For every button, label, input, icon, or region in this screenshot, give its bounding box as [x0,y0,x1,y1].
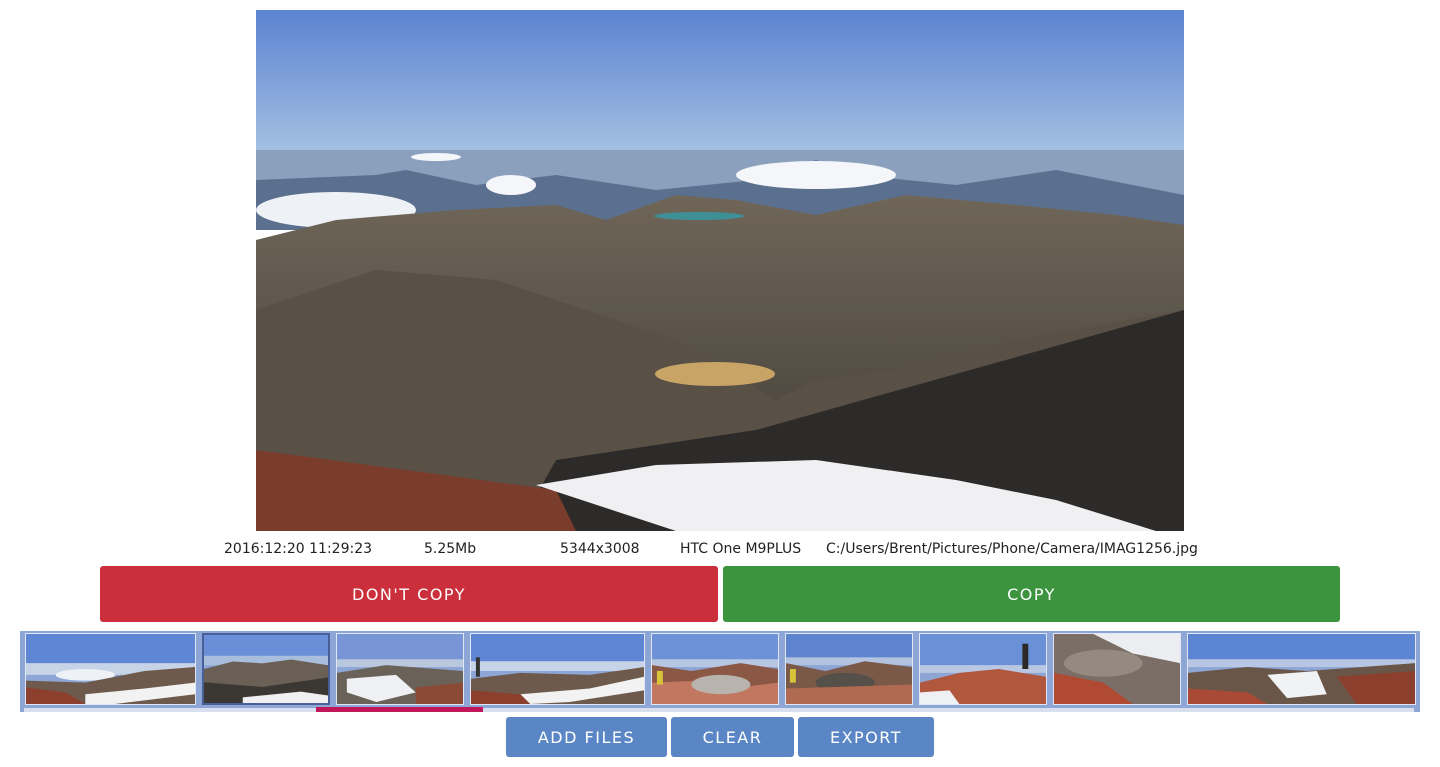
filmstrip-scrollbar[interactable] [24,708,1414,712]
thumbnail-2-image [204,635,328,703]
photo-dimensions: 5344x3008 [560,541,640,557]
photo-file-size: 5.25Mb [424,541,477,557]
thumbnail-6-image [786,634,912,704]
filmstrip-thumbnails [23,633,1417,707]
thumbnail-2[interactable] [202,633,330,705]
photo-path: C:/Users/Brent/Pictures/Phone/Camera/IMA… [826,541,1198,557]
filmstrip-scroll-indicator[interactable] [316,707,483,712]
add-files-button[interactable]: ADD FILES [506,717,667,757]
thumbnail-9[interactable] [1187,633,1416,705]
thumbnail-6[interactable] [785,633,913,705]
copy-button[interactable]: COPY [723,566,1340,622]
main-photo-image [256,10,1184,531]
photo-camera: HTC One M9PLUS [680,541,802,557]
thumbnail-8-image [1054,634,1180,704]
thumbnail-7[interactable] [919,633,1047,705]
thumbnail-4-image [471,634,644,704]
thumbnail-1[interactable] [25,633,196,705]
main-photo [256,10,1184,531]
thumbnail-8[interactable] [1053,633,1181,705]
thumbnail-7-image [920,634,1046,704]
thumbnail-5[interactable] [651,633,779,705]
thumbnail-3-image [337,634,463,704]
filmstrip [20,631,1420,712]
thumbnail-5-image [652,634,778,704]
export-button[interactable]: EXPORT [798,717,934,757]
thumbnail-3[interactable] [336,633,464,705]
clear-button[interactable]: CLEAR [671,717,794,757]
thumbnail-4[interactable] [470,633,645,705]
dont-copy-button[interactable]: DON'T COPY [100,566,718,622]
thumbnail-1-image [26,634,195,704]
thumbnail-9-image [1188,634,1415,704]
photo-date: 2016:12:20 11:29:23 [224,541,373,557]
